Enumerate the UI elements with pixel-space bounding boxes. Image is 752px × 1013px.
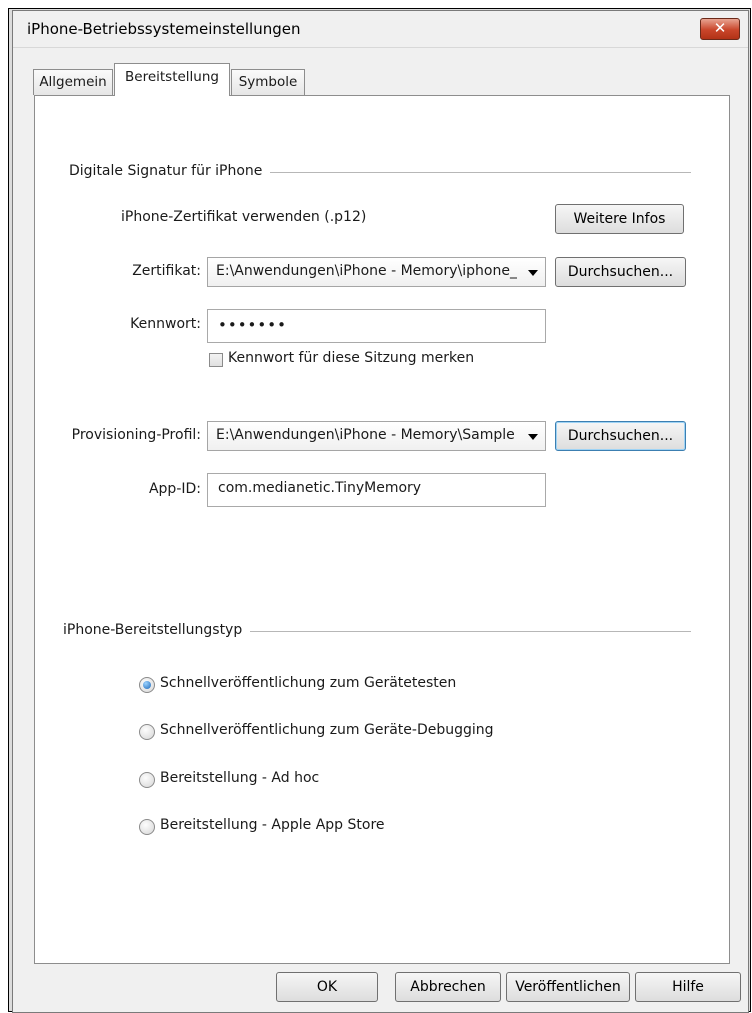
help-button[interactable]: Hilfe [635, 972, 741, 1002]
title-bar: iPhone-Betriebssystemeinstellungen ✕ [13, 11, 748, 48]
password-label: Kennwort: [130, 316, 201, 332]
profile-label: Provisioning-Profil: [71, 427, 201, 443]
radio-device-testing[interactable] [139, 677, 155, 693]
chevron-down-icon [528, 434, 538, 440]
profile-combo-value: E:\Anwendungen\iPhone - Memory\Sample [216, 427, 515, 443]
radio-device-debugging[interactable] [139, 724, 155, 740]
chevron-down-icon [528, 270, 538, 276]
radio-app-store-label: Bereitstellung - Apple App Store [160, 817, 385, 833]
use-cert-label: iPhone-Zertifikat verwenden (.p12) [121, 209, 367, 225]
signature-group-title: Digitale Signatur für iPhone [69, 163, 271, 179]
radio-ad-hoc-label: Bereitstellung - Ad hoc [160, 770, 320, 786]
tab-bereitstellung[interactable]: Bereitstellung [114, 63, 230, 96]
remember-password-checkbox[interactable] [209, 353, 223, 367]
browse-profile-button[interactable]: Durchsuchen... [555, 421, 686, 451]
tab-panel-bereitstellung: Digitale Signatur für iPhone iPhone-Zert… [34, 95, 730, 964]
window-title: iPhone-Betriebssystemeinstellungen [27, 20, 301, 38]
close-icon: ✕ [713, 19, 727, 37]
close-button[interactable]: ✕ [700, 18, 740, 40]
publish-button[interactable]: Veröffentlichen [506, 972, 630, 1002]
radio-app-store[interactable] [139, 819, 155, 835]
certificate-combo-value: E:\Anwendungen\iPhone - Memory\iphone_ [216, 263, 517, 279]
tab-allgemein[interactable]: Allgemein [33, 69, 113, 95]
certificate-combo[interactable]: E:\Anwendungen\iPhone - Memory\iphone_ [207, 257, 546, 287]
certificate-label: Zertifikat: [132, 263, 201, 279]
remember-password-label: Kennwort für diese Sitzung merken [228, 350, 475, 366]
radio-device-debugging-label: Schnellveröffentlichung zum Geräte-Debug… [160, 722, 494, 738]
more-info-button[interactable]: Weitere Infos [555, 204, 684, 234]
profile-combo[interactable]: E:\Anwendungen\iPhone - Memory\Sample [207, 421, 546, 451]
password-field[interactable]: ••••••• [207, 309, 546, 343]
radio-device-testing-label: Schnellveröffentlichung zum Gerätetesten [160, 675, 457, 691]
tab-symbole[interactable]: Symbole [231, 69, 305, 95]
radio-ad-hoc[interactable] [139, 772, 155, 788]
browse-certificate-button[interactable]: Durchsuchen... [555, 257, 686, 287]
cancel-button[interactable]: Abbrechen [395, 972, 501, 1002]
appid-label: App-ID: [148, 481, 201, 497]
appid-field[interactable]: com.medianetic.TinyMemory [207, 473, 546, 507]
ok-button[interactable]: OK [276, 972, 378, 1002]
deploy-group-title: iPhone-Bereitstellungstyp [63, 622, 251, 638]
dialog-window: iPhone-Betriebssystemeinstellungen ✕ All… [12, 10, 749, 1013]
